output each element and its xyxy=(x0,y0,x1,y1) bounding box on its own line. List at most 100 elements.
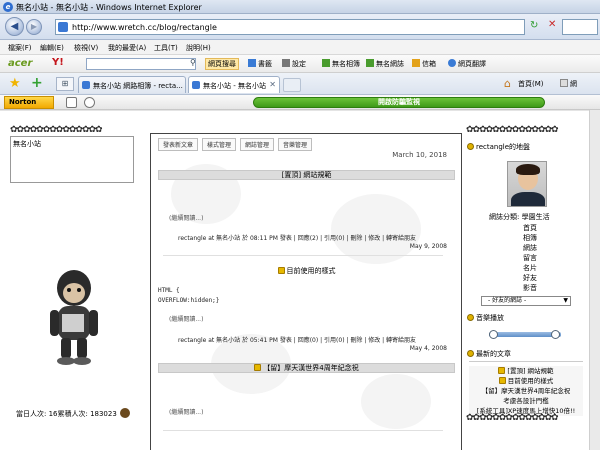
monkey-border-bottom: ✿✿✿✿✿✿✿✿✿✿✿✿✿✿ xyxy=(466,413,559,423)
post-title[interactable]: 目前使用的樣式 xyxy=(158,266,455,276)
forward-button[interactable]: ▶ xyxy=(26,19,42,35)
read-more-link[interactable]: (繼續閱讀...) xyxy=(169,407,203,416)
page-icon xyxy=(58,22,68,32)
lock-icon xyxy=(254,364,262,371)
web-search-button[interactable]: 網頁搜尋 xyxy=(205,58,239,70)
tab-album-label: 無名小站 網路相簿 - recta... xyxy=(93,82,183,90)
lock-icon xyxy=(277,267,285,274)
friend-blog-select[interactable]: - 好友的網誌 - ▼ xyxy=(481,296,571,306)
refresh-icon[interactable]: ↻ xyxy=(530,20,538,31)
blog-label: 無名網誌 xyxy=(376,60,404,68)
music-manage-button[interactable]: 音樂管理 xyxy=(278,138,313,151)
menu-bar: 檔案(F) 編輯(E) 檢視(V) 我的最愛(A) 工具(T) 說明(H) xyxy=(0,40,600,55)
mail-label: 信箱 xyxy=(422,60,436,68)
profile-title: rectangle的地盤 xyxy=(467,142,585,152)
sidebar-link-home[interactable]: 首頁 xyxy=(523,223,537,233)
menu-file[interactable]: 檔案(F) xyxy=(8,43,32,53)
page-button[interactable]: 網 xyxy=(560,79,577,89)
new-post-button[interactable]: 發表新文章 xyxy=(158,138,199,151)
profile-title-text: rectangle的地盤 xyxy=(476,143,531,151)
quick-tabs-icon[interactable]: ⊞ xyxy=(56,77,74,91)
settings-button[interactable]: 設定 xyxy=(282,59,306,69)
album-button[interactable]: 無名相簿 xyxy=(322,59,360,69)
admin-nav: 發表新文章 樣式管理 網誌管理 音樂管理 xyxy=(158,138,316,151)
tab-blog[interactable]: 無名小站 - 無名小站 ✕ xyxy=(188,76,280,93)
menu-tools[interactable]: 工具(T) xyxy=(154,43,178,53)
address-url[interactable]: http://www.wretch.cc/blog/rectangle xyxy=(72,23,217,32)
settings-label: 設定 xyxy=(292,60,306,68)
yahoo-logo[interactable]: Y! xyxy=(52,57,64,68)
bookmark-button[interactable]: 書籤 xyxy=(248,59,272,69)
translate-button[interactable]: 網頁翻譯 xyxy=(448,59,486,69)
sidebar-link-guestbook[interactable]: 留言 xyxy=(523,253,537,263)
album-icon xyxy=(322,59,330,67)
browser-search-input[interactable] xyxy=(562,19,598,35)
globe-icon xyxy=(448,59,456,67)
home-button[interactable]: 首頁(M) xyxy=(518,79,544,89)
read-more-link[interactable]: (繼續閱讀...) xyxy=(169,314,203,323)
play-icon[interactable] xyxy=(489,330,498,339)
gear-icon xyxy=(282,59,290,67)
avatar[interactable] xyxy=(507,161,547,207)
new-tab-button[interactable] xyxy=(283,78,301,92)
list-item[interactable]: 目前使用的樣式 xyxy=(469,376,583,386)
blog-button[interactable]: 無名網誌 xyxy=(366,59,404,69)
sidebar-link-card[interactable]: 名片 xyxy=(523,263,537,273)
site-name-box: 無名小站 xyxy=(10,136,134,183)
mail-button[interactable]: 信箱 xyxy=(412,59,436,69)
post-title[interactable]: [置頂] 網站規範 xyxy=(158,170,455,180)
fraud-monitor-button[interactable]: 開啟防騙監視 xyxy=(253,97,545,108)
tab-album[interactable]: 無名小站 網路相簿 - recta... xyxy=(78,76,186,93)
address-bar[interactable]: http://www.wretch.cc/blog/rectangle xyxy=(55,19,525,35)
monkey-icon xyxy=(467,350,474,357)
menu-edit[interactable]: 編輯(E) xyxy=(40,43,64,53)
menu-view[interactable]: 檢視(V) xyxy=(74,43,98,53)
list-item[interactable]: [置頂] 網站規範 xyxy=(469,366,583,376)
post-date: May 9, 2008 xyxy=(409,243,447,250)
back-button[interactable]: ◀ xyxy=(5,17,24,36)
blog-manage-button[interactable]: 網誌管理 xyxy=(240,138,275,151)
title-bar: e 無名小站 - 無名小站 - Windows Internet Explore… xyxy=(0,0,600,14)
stop-icon[interactable]: ✕ xyxy=(548,19,556,30)
tab-bar: ★ + ⊞ 無名小站 網路相簿 - recta... 無名小站 - 無名小站 ✕… xyxy=(0,73,600,95)
monkey-icon xyxy=(467,314,474,321)
sidebar-link-friends[interactable]: 好友 xyxy=(523,273,537,283)
read-more-link[interactable]: (繼續閱讀...) xyxy=(169,213,203,222)
monitor-icon[interactable] xyxy=(66,97,77,108)
list-item[interactable]: 考慮各設計門檻 xyxy=(469,396,583,406)
sidebar-link-video[interactable]: 影音 xyxy=(523,283,537,293)
translate-label: 網頁翻譯 xyxy=(458,60,486,68)
latest-title: 最新的文章 xyxy=(467,349,585,359)
norton-toolbar: Norton 開啟防騙監視 xyxy=(0,95,600,110)
site-name: 無名小站 xyxy=(13,140,41,148)
blog-main-panel: 發表新文章 樣式管理 網誌管理 音樂管理 March 10, 2018 [置頂] 網站… xyxy=(150,133,462,450)
post-title[interactable]: 【留】摩天漢世界4周年紀念祝 xyxy=(158,363,455,373)
add-favorite-icon[interactable]: + xyxy=(31,75,43,91)
sidebar-link-blog[interactable]: 網誌 xyxy=(523,243,537,253)
music-title: 音樂播放 xyxy=(467,313,585,323)
close-tab-icon[interactable]: ✕ xyxy=(269,80,276,89)
article-label: [置頂] 網站規範 xyxy=(507,367,554,375)
style-manage-button[interactable]: 樣式管理 xyxy=(202,138,237,151)
visitor-counter-text: 當日人次: 16累積人次: 183023 xyxy=(16,410,117,418)
search-icon[interactable]: ⚲ xyxy=(190,58,196,67)
toolbar-search-input[interactable] xyxy=(86,58,196,70)
acer-logo: acer xyxy=(8,58,33,69)
music-player[interactable] xyxy=(489,330,561,339)
page-scrollbar[interactable] xyxy=(589,110,600,450)
home-icon[interactable]: ⌂ xyxy=(504,77,511,90)
volume-icon[interactable] xyxy=(551,330,560,339)
norton-button[interactable]: Norton xyxy=(4,96,54,109)
sidebar-link-album[interactable]: 相簿 xyxy=(523,233,537,243)
menu-help[interactable]: 說明(H) xyxy=(186,43,211,53)
visitor-counter: 當日人次: 16累積人次: 183023 xyxy=(16,408,130,419)
menu-favorites[interactable]: 我的最愛(A) xyxy=(108,43,146,53)
post-meta[interactable]: rectangle at 無名小站 於 08:11 PM 發表 | 回應(2) … xyxy=(178,233,416,242)
post-meta[interactable]: rectangle at 無名小站 於 05:41 PM 發表 | 回應(0) … xyxy=(178,335,416,344)
watermark xyxy=(361,374,431,429)
globe-icon[interactable] xyxy=(84,97,95,108)
page-content: ✿✿✿✿✿✿✿✿✿✿✿✿✿✿ ✿✿✿✿✿✿✿✿✿✿✿✿✿✿ 無名小站 當日人次:… xyxy=(0,110,600,450)
tab-blog-label: 無名小站 - 無名小站 xyxy=(203,82,266,90)
favorites-star-icon[interactable]: ★ xyxy=(9,76,21,91)
list-item[interactable]: 【留】摩天漢世界4周年紀念祝 xyxy=(469,386,583,396)
